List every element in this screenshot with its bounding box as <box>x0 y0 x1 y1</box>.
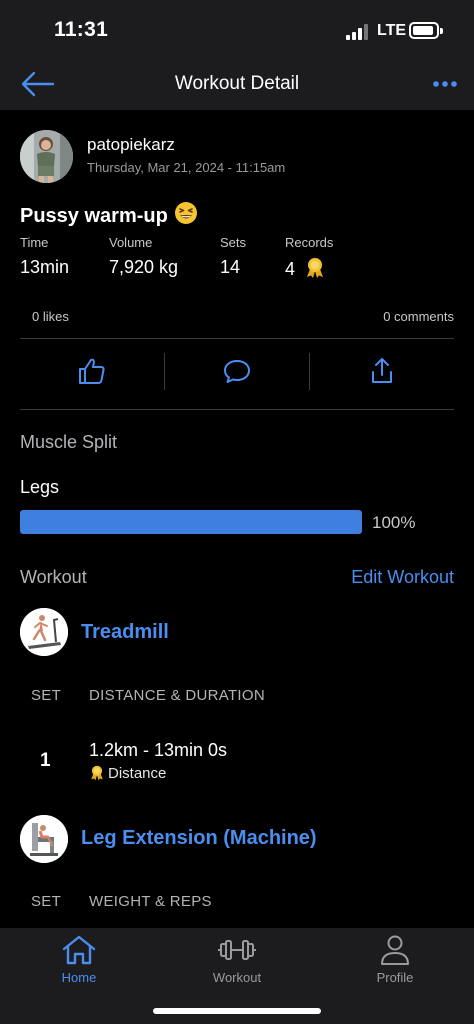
thumbs-up-icon <box>79 358 105 384</box>
divider <box>20 338 454 339</box>
leg-extension-thumbnail[interactable] <box>20 815 68 863</box>
set-record-badge: Distance <box>89 765 166 785</box>
battery-icon <box>409 22 443 39</box>
exercise-name-leg-extension[interactable]: Leg Extension (Machine) <box>81 827 317 850</box>
network-type: LTE <box>377 22 407 39</box>
treadmill-thumbnail[interactable] <box>20 608 68 656</box>
set-column-header: SET <box>31 893 62 910</box>
set-number: 1 <box>40 750 51 771</box>
weight-reps-column-header: WEIGHT & REPS <box>89 893 212 910</box>
set-value: 1.2km - 13min 0s <box>89 740 228 760</box>
comment-bubble-icon <box>224 360 250 383</box>
like-button[interactable] <box>76 355 108 387</box>
stat-time-value: 13min <box>20 257 70 277</box>
distance-duration-column-header: DISTANCE & DURATION <box>89 687 265 704</box>
tab-workout-label: Workout <box>212 970 262 985</box>
share-button[interactable] <box>366 355 398 387</box>
dumbbell-icon <box>218 940 256 960</box>
tab-profile[interactable]: Profile <box>345 934 445 992</box>
ellipsis-icon <box>433 81 457 87</box>
grinning-squinting-face-icon <box>174 201 198 231</box>
user-photo <box>20 130 73 183</box>
username[interactable]: patopiekarz <box>87 135 175 155</box>
muscle-label-legs: Legs <box>20 477 60 497</box>
home-indicator[interactable] <box>153 1008 321 1014</box>
workout-title-text: Pussy warm-up <box>20 205 168 227</box>
workout-section-title: Workout <box>20 567 87 587</box>
action-separator <box>309 353 310 390</box>
tab-home-label: Home <box>61 970 97 985</box>
edit-workout-link[interactable]: Edit Workout <box>351 567 454 588</box>
likes-count[interactable]: 0 likes <box>32 309 69 324</box>
set-column-header: SET <box>31 687 62 704</box>
medal-icon <box>89 765 105 785</box>
signal-icon <box>346 24 372 40</box>
avatar[interactable] <box>20 130 73 183</box>
tab-workout[interactable]: Workout <box>187 934 287 992</box>
muscle-split-title: Muscle Split <box>20 432 118 452</box>
record-type: Distance <box>108 765 167 782</box>
records-count: 4 <box>285 259 296 279</box>
exercise-name-treadmill[interactable]: Treadmill <box>81 621 169 644</box>
medal-icon <box>304 257 326 284</box>
stat-sets-value: 14 <box>220 257 241 277</box>
page-title: Workout Detail <box>174 73 300 94</box>
workout-detail-screen: 11:31 LTE Workout Detail patopiekarz Thu… <box>0 0 474 1024</box>
nav-bar: Workout Detail <box>0 62 474 110</box>
divider <box>20 409 454 410</box>
treadmill-icon <box>20 608 68 656</box>
workout-title: Pussy warm-up <box>20 201 198 231</box>
workout-date: Thursday, Mar 21, 2024 - 11:15am <box>87 160 286 175</box>
stat-volume-value: 7,920 kg <box>109 257 179 277</box>
muscle-split-bar <box>20 510 362 534</box>
status-bar: 11:31 LTE <box>0 0 474 62</box>
comments-count[interactable]: 0 comments <box>383 309 454 324</box>
leg-extension-machine-icon <box>20 815 68 863</box>
tab-profile-label: Profile <box>376 970 414 985</box>
action-separator <box>164 353 165 390</box>
comment-button[interactable] <box>221 355 253 387</box>
share-icon <box>372 358 392 383</box>
stat-volume-label: Volume <box>109 235 153 250</box>
tab-home[interactable]: Home <box>29 934 129 992</box>
person-icon <box>381 935 409 965</box>
status-time: 11:31 <box>54 18 109 41</box>
more-options-button[interactable] <box>430 74 464 94</box>
muscle-split-percent: 100% <box>372 513 416 532</box>
home-icon <box>62 935 96 965</box>
stat-time-label: Time <box>20 235 49 250</box>
muscle-split-bar-fill <box>20 510 362 534</box>
stat-records-value: 4 <box>285 257 326 284</box>
stat-records-label: Records <box>285 235 334 250</box>
stat-sets-label: Sets <box>220 235 247 250</box>
